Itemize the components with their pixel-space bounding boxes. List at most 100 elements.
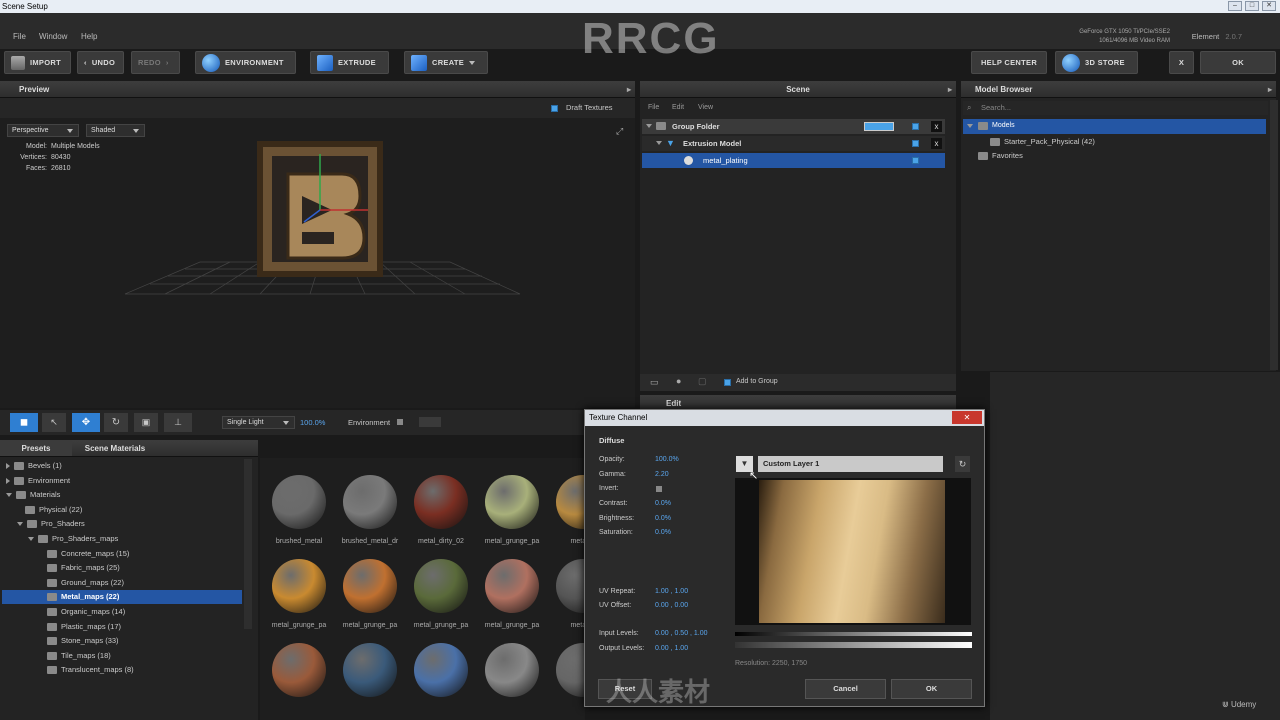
environment-swatch[interactable] <box>419 417 441 427</box>
tab-presets[interactable]: Presets <box>0 440 72 456</box>
tree-item[interactable]: Organic_maps (14) <box>39 605 125 619</box>
contrast-value[interactable]: 0.0% <box>655 500 671 507</box>
tree-item[interactable]: Physical (22) <box>17 503 82 517</box>
brightness-value[interactable]: 0.0% <box>655 515 671 522</box>
output-levels-value[interactable]: 0.00 , 1.00 <box>655 645 688 652</box>
tab-scene-materials[interactable]: Scene Materials <box>72 440 158 457</box>
extrusion-remove-button[interactable]: x <box>931 138 942 149</box>
material-thumbnail[interactable] <box>272 475 326 529</box>
presets-scrollbar[interactable] <box>244 459 252 629</box>
material-row[interactable]: metal_plating <box>642 153 945 168</box>
tree-item[interactable]: Ground_maps (22) <box>39 576 124 590</box>
ok-button[interactable]: OK <box>1200 51 1276 74</box>
camera-icon[interactable]: ◼ <box>10 413 38 432</box>
tree-item[interactable]: Bevels (1) <box>6 459 62 473</box>
material-visible-checkbox[interactable] <box>912 157 919 164</box>
menu-window[interactable]: Window <box>39 32 67 41</box>
mb-scrollbar[interactable] <box>1270 100 1278 370</box>
collapse-icon[interactable] <box>656 141 662 145</box>
opacity-value[interactable]: 100.0% <box>655 456 679 463</box>
expand-icon[interactable] <box>28 537 34 541</box>
expand-icon[interactable] <box>6 477 10 484</box>
material-thumbnail[interactable] <box>414 559 468 613</box>
material-thumbnail[interactable] <box>485 475 539 529</box>
tree-item[interactable]: Materials <box>6 488 60 502</box>
scene-menu-view[interactable]: View <box>698 104 713 111</box>
layer-name[interactable]: Custom Layer 1 <box>758 456 943 472</box>
move-icon[interactable]: ✥ <box>72 413 100 432</box>
view-mode-dropdown[interactable]: Perspective <box>7 124 79 137</box>
tree-item[interactable]: Concrete_maps (15) <box>39 547 129 561</box>
uv-offset-value[interactable]: 0.00 , 0.00 <box>655 602 688 609</box>
group-remove-button[interactable]: x <box>931 121 942 132</box>
material-thumbnail[interactable] <box>343 643 397 697</box>
redo-button[interactable]: REDO › <box>131 51 180 74</box>
collapse-icon[interactable] <box>646 124 652 128</box>
minimize-button[interactable]: – <box>1228 1 1242 11</box>
group-visible-checkbox[interactable] <box>912 123 919 130</box>
window-close-button[interactable]: ✕ <box>1262 1 1276 11</box>
tree-item[interactable]: Translucent_maps (8) <box>39 663 134 677</box>
favorites-item[interactable]: Favorites <box>978 149 1023 163</box>
starter-pack-item[interactable]: Starter_Pack_Physical (42) <box>990 135 1095 149</box>
collapse-icon[interactable] <box>967 124 973 128</box>
tree-item[interactable]: Plastic_maps (17) <box>39 620 121 634</box>
rotate-icon[interactable]: ↻ <box>104 413 128 432</box>
light-percent[interactable]: 100.0% <box>300 418 325 427</box>
input-levels-slider[interactable] <box>735 632 972 636</box>
expand-icon[interactable] <box>6 463 10 469</box>
menu-file[interactable]: File <box>13 32 26 41</box>
tree-item[interactable]: Environment <box>6 474 70 488</box>
axis-icon[interactable]: ⊥ <box>164 413 192 432</box>
3d-store-button[interactable]: 3D STORE <box>1055 51 1138 74</box>
tree-item[interactable]: Tile_maps (18) <box>39 649 111 663</box>
new-folder-icon[interactable]: ▭ <box>650 377 659 388</box>
maximize-button[interactable]: □ <box>1245 1 1259 11</box>
dialog-ok-button[interactable]: OK <box>891 679 972 699</box>
expand-icon[interactable] <box>17 522 23 527</box>
mb-arrow-icon[interactable]: ▸ <box>1268 81 1272 98</box>
tree-item[interactable]: Fabric_maps (25) <box>39 561 120 575</box>
search-input[interactable]: Search... <box>963 101 1268 115</box>
import-button[interactable]: IMPORT <box>4 51 71 74</box>
material-thumbnail[interactable] <box>414 643 468 697</box>
scene-arrow-icon[interactable]: ▸ <box>948 81 952 98</box>
extrusion-model-row[interactable]: ▼ Extrusion Model x <box>642 136 945 151</box>
extrusion-visible-checkbox[interactable] <box>912 140 919 147</box>
group-folder-row[interactable]: Group Folder x <box>642 119 945 134</box>
tree-item[interactable]: Stone_maps (33) <box>39 634 119 648</box>
gamma-value[interactable]: 2.20 <box>655 471 669 478</box>
scale-icon[interactable]: ▣ <box>134 413 158 432</box>
environment-checkbox[interactable] <box>397 419 403 425</box>
help-center-button[interactable]: HELP CENTER <box>971 51 1047 74</box>
refresh-icon[interactable]: ↻ <box>955 456 970 472</box>
light-dropdown[interactable]: Single Light <box>222 416 295 429</box>
tree-item[interactable]: Pro_Shaders_maps <box>28 532 118 546</box>
add-to-group-checkbox[interactable] <box>724 379 731 386</box>
cancel-button[interactable]: Cancel <box>805 679 886 699</box>
dialog-close-button[interactable]: ✕ <box>952 411 982 424</box>
tree-item[interactable]: Pro_Shaders <box>17 517 85 531</box>
material-thumbnail[interactable] <box>343 559 397 613</box>
undo-button[interactable]: ‹ UNDO <box>77 51 124 74</box>
material-thumbnail[interactable] <box>556 643 585 697</box>
panel-arrow-icon[interactable]: ▸ <box>627 81 631 98</box>
scene-menu-edit[interactable]: Edit <box>672 104 684 111</box>
shading-dropdown[interactable]: Shaded <box>86 124 145 137</box>
tree-item[interactable]: Metal_maps (22) <box>2 590 242 605</box>
input-levels-value[interactable]: 0.00 , 0.50 , 1.00 <box>655 630 708 637</box>
material-thumbnail[interactable] <box>556 475 585 529</box>
invert-checkbox[interactable] <box>656 486 662 492</box>
material-thumbnail[interactable] <box>272 559 326 613</box>
output-levels-slider[interactable] <box>735 642 972 648</box>
material-thumbnail[interactable] <box>485 559 539 613</box>
scene-menu-file[interactable]: File <box>648 104 659 111</box>
material-thumbnail[interactable] <box>272 643 326 697</box>
environment-button[interactable]: ENVIRONMENT <box>195 51 296 74</box>
expand-icon[interactable]: ⤢ <box>616 126 623 137</box>
uv-repeat-value[interactable]: 1.00 , 1.00 <box>655 588 688 595</box>
material-thumbnail[interactable] <box>485 643 539 697</box>
extrude-button[interactable]: EXTRUDE <box>310 51 389 74</box>
menu-help[interactable]: Help <box>81 32 97 41</box>
material-thumbnail[interactable] <box>556 559 585 613</box>
